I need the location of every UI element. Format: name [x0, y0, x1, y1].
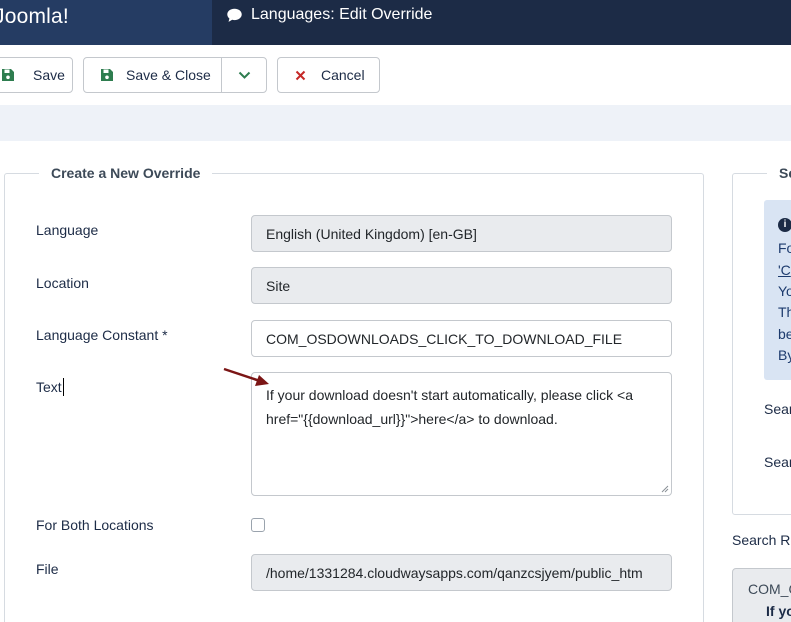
constant-value: COM_OSDOWNLOADS_CLICK_TO_DOWNLOAD_FILE [266, 330, 623, 347]
info-line: Yo [778, 283, 791, 299]
cancel-button[interactable]: Cancel [277, 57, 380, 93]
file-label: File [36, 561, 59, 577]
save-label: Save [33, 67, 65, 83]
file-value: /home/1331284.cloudwaysapps.com/qanzcsjy… [266, 564, 643, 581]
save-options-dropdown[interactable] [222, 58, 266, 92]
page-title: Languages: Edit Override [226, 6, 432, 24]
info-link[interactable]: 'C [778, 262, 791, 278]
save-button[interactable]: Save [0, 57, 73, 93]
fieldset-legend: Create a New Override [39, 165, 213, 181]
save-close-button-group: Save & Close [83, 57, 267, 93]
text-line-1: If your download doesn't start automatic… [266, 387, 633, 403]
info-line: be [778, 326, 791, 342]
result-text: If yo [766, 603, 791, 619]
annotation-arrow-icon [223, 367, 269, 386]
constant-label: Language Constant * [36, 327, 168, 343]
info-line: By [778, 347, 791, 363]
text-cursor [63, 378, 64, 396]
location-label: Location [36, 275, 89, 291]
search-results-label: Search Re [732, 532, 791, 548]
text-line-2: href="{{download_url}}">here</a> to down… [266, 411, 558, 427]
joomla-logo: Joomla! [0, 5, 69, 28]
chevron-down-icon [238, 71, 250, 79]
save-icon [2, 69, 14, 81]
language-constant-input[interactable]: COM_OSDOWNLOADS_CLICK_TO_DOWNLOAD_FILE [251, 320, 672, 357]
language-label: Language [36, 222, 99, 238]
both-locations-label: For Both Locations [36, 517, 154, 533]
comment-icon [227, 8, 242, 22]
page-title-text: Languages: Edit Override [251, 6, 433, 23]
close-icon [295, 70, 306, 80]
subheader-bar [0, 105, 791, 141]
language-value: English (United Kingdom) [en-GB] [266, 225, 477, 242]
location-value: Site [266, 277, 291, 294]
brand-area[interactable]: Joomla! [0, 0, 212, 45]
save-icon [101, 69, 113, 81]
search-type-label: Sear [764, 454, 791, 470]
text-label: Text [36, 379, 62, 395]
both-locations-checkbox[interactable] [251, 518, 265, 532]
cancel-label: Cancel [321, 67, 365, 83]
location-field[interactable]: Site [251, 267, 672, 304]
override-text-area[interactable]: If your download doesn't start automatic… [251, 372, 672, 496]
language-field[interactable]: English (United Kingdom) [en-GB] [251, 215, 672, 252]
info-line: Fo [778, 240, 791, 256]
search-result-item[interactable]: COM_O If yo [732, 568, 791, 622]
search-legend: Se [767, 165, 791, 181]
search-info-alert: i Fo 'C Yo Th be By [764, 200, 791, 380]
top-header: Joomla! Languages: Edit Override [0, 0, 791, 45]
toolbar: Save Save & Close Cancel [0, 45, 791, 105]
info-line: Th [778, 304, 791, 320]
search-text-label: Sear [764, 401, 791, 417]
result-constant: COM_O [748, 581, 791, 597]
save-close-button[interactable]: Save & Close [84, 58, 223, 92]
info-icon: i [778, 218, 791, 232]
resize-handle-icon[interactable] [660, 484, 669, 493]
file-field[interactable]: /home/1331284.cloudwaysapps.com/qanzcsjy… [251, 554, 672, 591]
save-close-label: Save & Close [126, 67, 211, 83]
